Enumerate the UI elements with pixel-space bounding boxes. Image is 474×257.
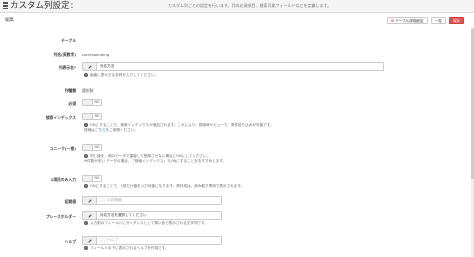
placeholder-label: プレースホルダー (45, 214, 76, 219)
placeholder-input[interactable]: 対応方法を選択してください (82, 211, 222, 220)
required-toggle[interactable]: NO (82, 99, 102, 106)
placeholder-help: ? 入力前のフィールドにガイダンスとして薄い色で表示される文字列です。 (84, 221, 208, 225)
unique-label: ユニーク(一意) (49, 146, 76, 151)
display-name-value: 対応方法 (100, 64, 115, 68)
search-index-help-link-line: 詳細はこちらをご参照ください。 (84, 128, 138, 132)
page-description: カスタム列ごとの設定を行います。列の必須項目、検索可能フィールドなどを定義します… (168, 3, 332, 8)
default-value-label: 初期値 (64, 199, 76, 204)
placeholder-value: 対応方法を選択してください (100, 213, 147, 217)
default-value-placeholder: ここの初期値 (100, 198, 122, 202)
list-icon (3, 2, 8, 9)
help-input[interactable]: ここヘルプ (82, 236, 222, 245)
display-name-label: 列表示名* (58, 65, 76, 70)
column-type-value: 選択肢 (82, 88, 94, 93)
required-label: 必須 (68, 101, 76, 106)
unique-toggle[interactable]: NO (82, 144, 102, 151)
display-name-input[interactable]: 対応方法 (82, 62, 384, 71)
pencil-icon (83, 197, 97, 204)
single-input-toggle[interactable]: NO (82, 175, 102, 182)
pencil-icon (83, 63, 97, 70)
unique-help-note: ※件数が多い データの場合、「検索インデックス」もONにすることをおすすめします… (84, 159, 227, 163)
single-input-help: ? ONにすることで、1回だけ値を入力可能になります。再作成は、読み取り専用で表示… (84, 184, 245, 188)
help-placeholder: ここヘルプ (100, 238, 118, 242)
section-title: 編集 (5, 18, 14, 23)
details-link[interactable]: こちら (95, 128, 106, 132)
table-settings-button[interactable]: ⚙ テーブル詳細設定 (386, 17, 428, 24)
single-input-label: 1項目のみ入力 (50, 177, 76, 182)
page-title: カスタム列設定: (3, 1, 73, 12)
display-name-help: ? 画面に表示する名称を入力してください。 (84, 73, 159, 77)
column-name-value: corresponding (82, 52, 110, 57)
list-button[interactable]: 一覧 (430, 17, 446, 24)
search-index-label: 検索インデックス (45, 115, 76, 120)
help-help: ? フィールドの下に表示されるヘルプを作成です。 (84, 246, 169, 250)
save-button[interactable]: 保存 (448, 17, 464, 24)
default-value-input[interactable]: ここの初期値 (82, 196, 222, 205)
toolbar: ⚙ テーブル詳細設定 一覧 保存 (386, 17, 464, 24)
gear-icon: ⚙ (390, 18, 395, 23)
pencil-icon (83, 237, 97, 244)
help-label: ヘルプ (64, 239, 76, 244)
column-type-label: 列種類 (64, 88, 76, 93)
column-name-label: 列名(英数字) (53, 52, 76, 57)
search-index-toggle[interactable]: NO (82, 113, 102, 120)
page-header: カスタム列設定: カスタム列ごとの設定を行います。列の必須項目、検索可能フィール… (0, 0, 474, 13)
table-label: テーブル (61, 38, 76, 43)
pencil-icon (83, 212, 97, 219)
